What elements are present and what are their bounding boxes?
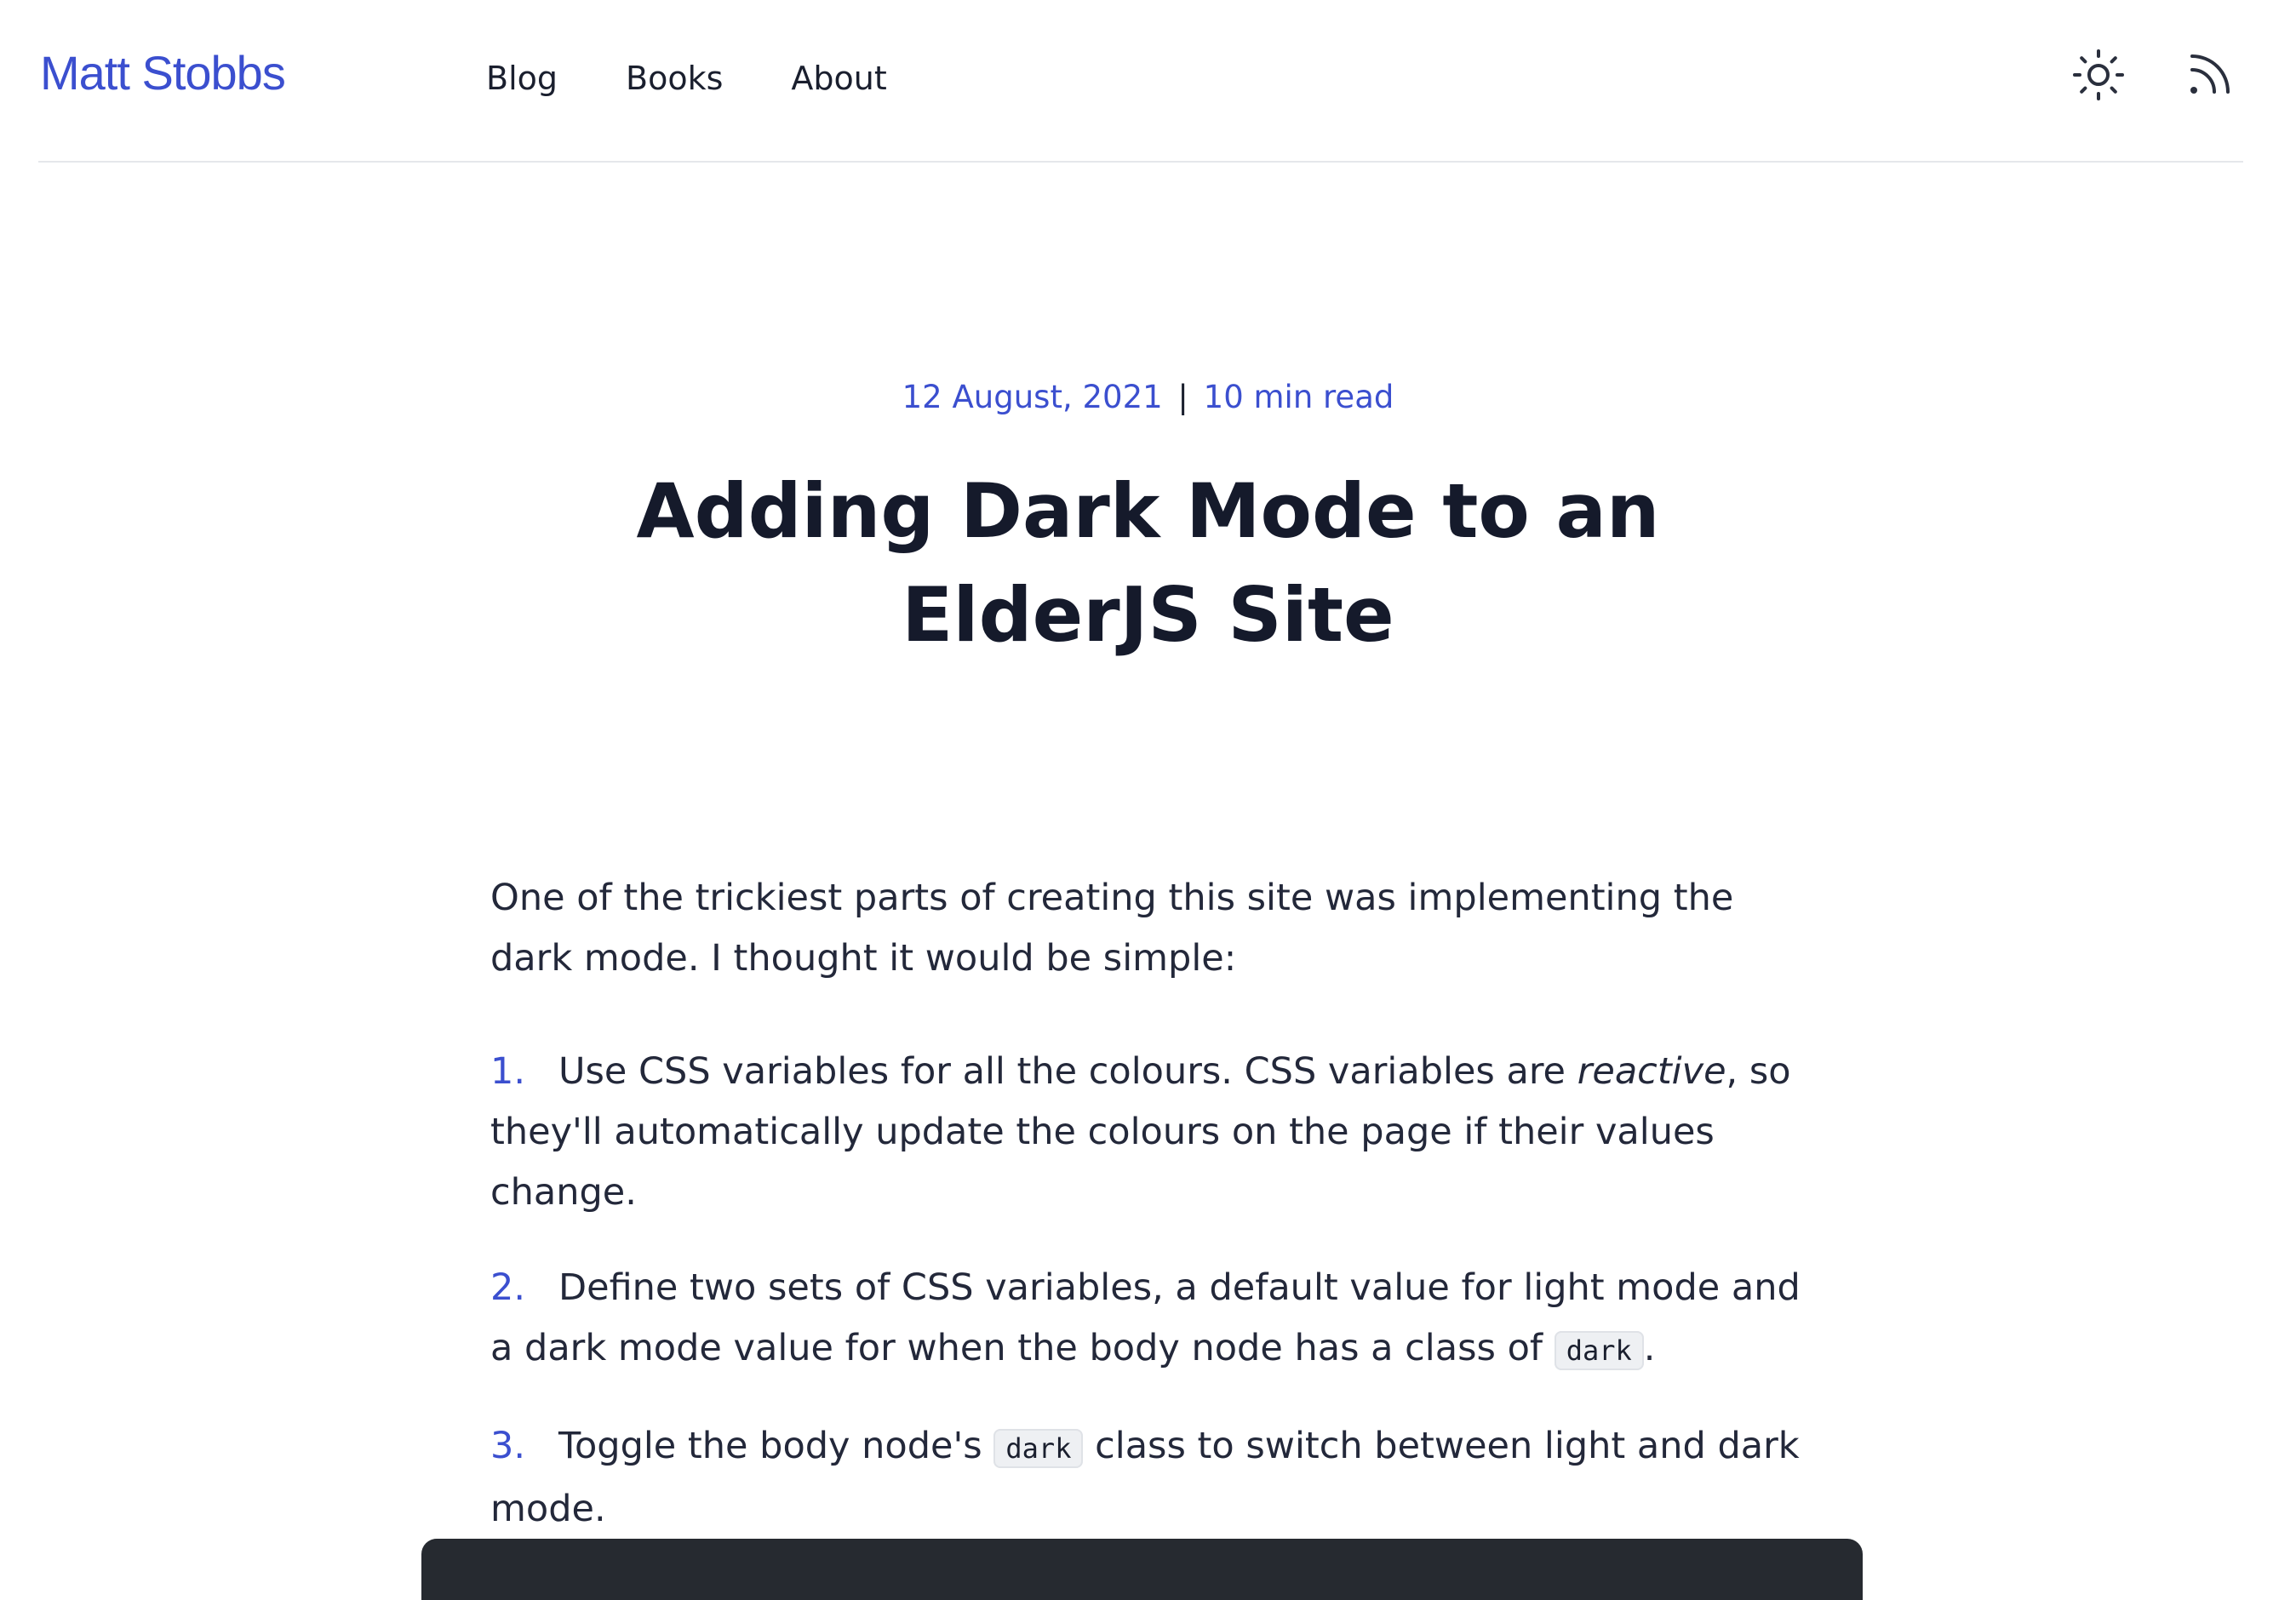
inline-code: dark — [993, 1429, 1084, 1468]
list-number: 1. — [490, 1050, 526, 1093]
nav-about[interactable]: About — [791, 54, 886, 102]
post-meta: 12 August, 2021 | 10 min read — [0, 374, 2296, 420]
sun-icon — [2073, 49, 2124, 100]
page: Matt Stobbs Blog Books About 12 August, … — [0, 0, 2296, 1600]
inline-code: dark — [1554, 1331, 1644, 1370]
list-text: Toggle the body node's — [558, 1425, 994, 1467]
site-header: Matt Stobbs Blog Books About — [38, 0, 2243, 163]
list-number: 2. — [490, 1266, 526, 1309]
list-item: 2. Define two sets of CSS variables, a de… — [490, 1258, 1801, 1381]
post-date: 12 August, 2021 — [902, 379, 1163, 415]
meta-separator: | — [1177, 379, 1188, 415]
post-title: Adding Dark Mode to an ElderJS Site — [636, 467, 1660, 659]
post-body: One of the trickiest parts of creating t… — [490, 868, 1801, 1574]
steps-list: 1. Use CSS variables for all the colours.… — [490, 1042, 1801, 1540]
list-item: 3. Toggle the body node's dark class to s… — [490, 1416, 1801, 1540]
nav-books[interactable]: Books — [626, 54, 723, 102]
main-nav: Blog Books About — [486, 54, 955, 102]
rss-link[interactable] — [2175, 41, 2243, 109]
nav-blog[interactable]: Blog — [486, 54, 558, 102]
emphasis: reactive — [1577, 1050, 1726, 1093]
intro-paragraph: One of the trickiest parts of creating t… — [490, 877, 1734, 980]
list-text: . — [1643, 1327, 1656, 1369]
read-time: 10 min read — [1203, 379, 1394, 415]
rss-icon — [2190, 54, 2230, 94]
list-number: 3. — [490, 1425, 526, 1467]
code-block — [421, 1539, 1863, 1600]
theme-toggle-button[interactable] — [2064, 41, 2133, 109]
list-item: 1. Use CSS variables for all the colours.… — [490, 1042, 1801, 1223]
list-text: Use CSS variables for all the colours. C… — [558, 1050, 1577, 1093]
site-logo[interactable]: Matt Stobbs — [40, 44, 286, 102]
